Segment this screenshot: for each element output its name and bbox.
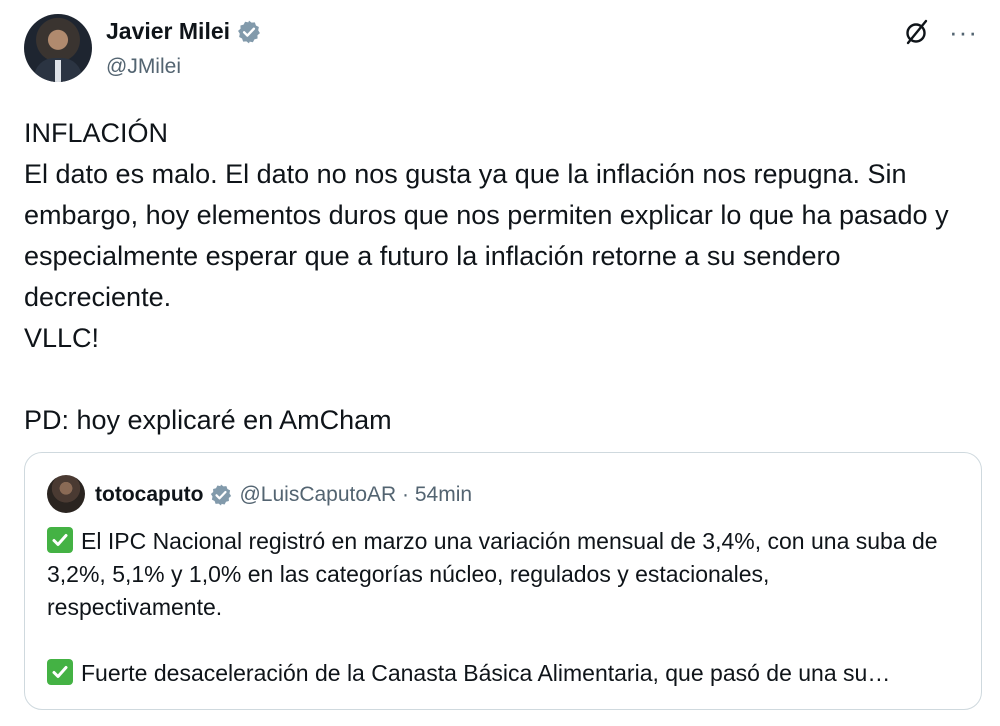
- verified-badge-icon[interactable]: [236, 19, 262, 45]
- quoted-tweet-card[interactable]: totocaputo @LuisCaputoAR · 54min El IPC …: [24, 452, 982, 710]
- verified-badge-icon[interactable]: [209, 483, 233, 507]
- author-display-name[interactable]: Javier Milei: [106, 18, 230, 45]
- author-handle[interactable]: @JMilei: [106, 55, 181, 79]
- more-options-icon[interactable]: ···: [949, 18, 978, 46]
- quote-paragraph: Fuerte desaceleración de la Canasta Bási…: [47, 657, 947, 690]
- avatar-tie: [55, 60, 61, 82]
- quote-display-name[interactable]: totocaputo: [95, 483, 203, 507]
- author-name-row: Javier Milei: [106, 18, 262, 45]
- tweet-line: El dato es malo. El dato no nos gusta ya…: [24, 159, 949, 312]
- check-mark-icon: [47, 659, 73, 685]
- quote-handle-time[interactable]: @LuisCaputoAR · 54min: [239, 483, 472, 507]
- quote-paragraph-text: El IPC Nacional registró en marzo una va…: [47, 528, 938, 620]
- tweet-line: INFLACIÓN: [24, 118, 169, 148]
- grok-icon[interactable]: [903, 18, 931, 46]
- author-avatar[interactable]: [24, 14, 92, 82]
- tweet-line: VLLC!: [24, 323, 100, 353]
- quote-paragraph: El IPC Nacional registró en marzo una va…: [47, 525, 947, 624]
- quote-header: totocaputo @LuisCaputoAR · 54min: [95, 483, 472, 507]
- quote-paragraph-text: Fuerte desaceleración de la Canasta Bási…: [81, 660, 891, 686]
- quote-text: El IPC Nacional registró en marzo una va…: [47, 525, 947, 690]
- tweet-text: INFLACIÓN El dato es malo. El dato no no…: [24, 113, 974, 441]
- check-mark-icon: [47, 527, 73, 553]
- tweet-line: PD: hoy explicaré en AmCham: [24, 405, 392, 435]
- tweet-top-actions: ···: [903, 18, 978, 46]
- quote-author-avatar[interactable]: [47, 475, 85, 513]
